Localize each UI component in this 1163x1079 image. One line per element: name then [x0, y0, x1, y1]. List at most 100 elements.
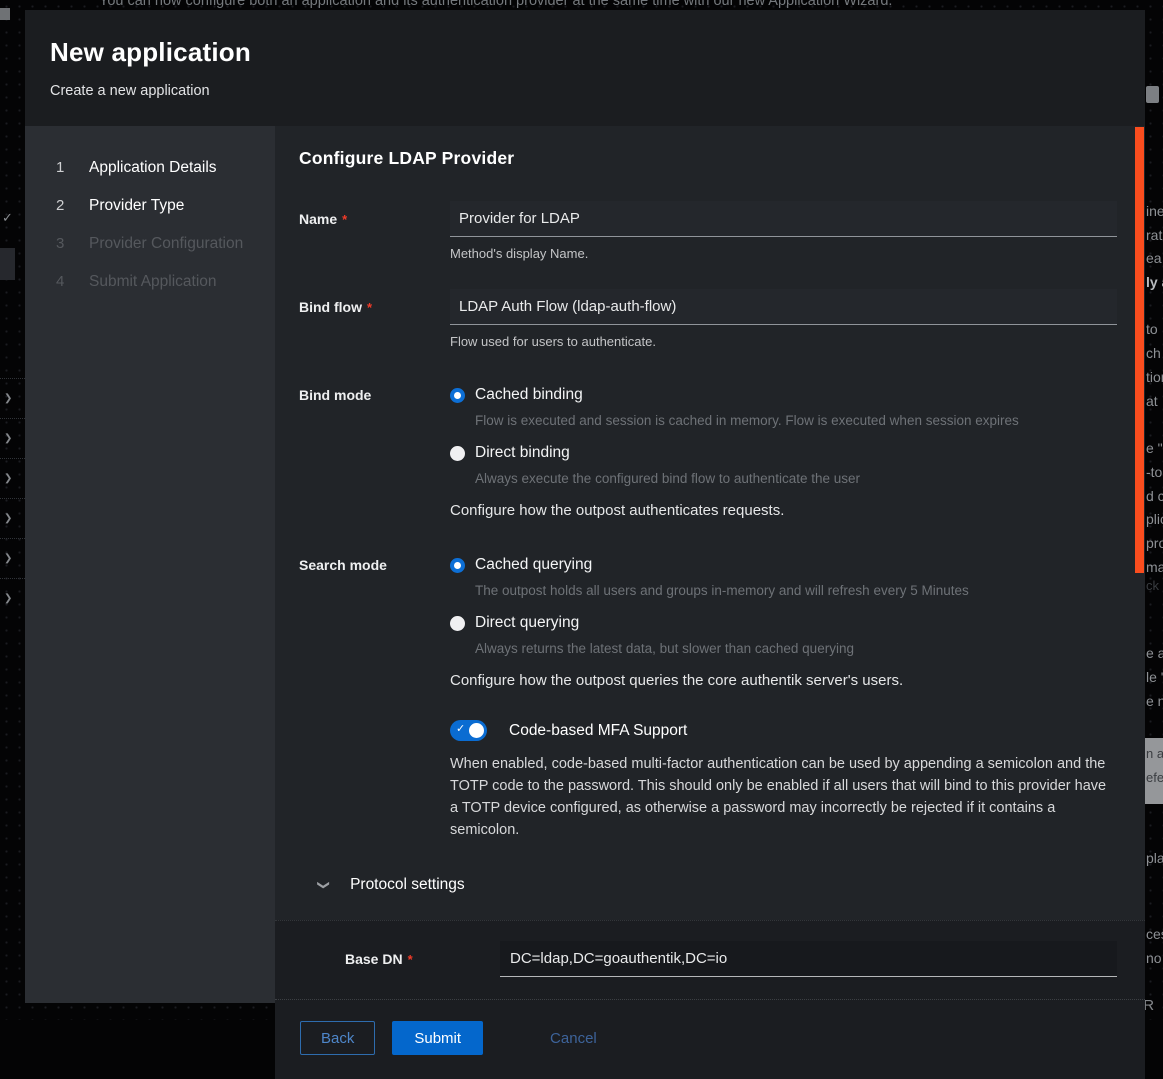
background-nav-chevrons: ❯ ❯ ❯ ❯ ❯ ❯: [0, 378, 25, 618]
mfa-help: When enabled, code-based multi-factor au…: [450, 753, 1112, 841]
provider-form: Configure LDAP Provider Name* Provider f…: [275, 126, 1145, 920]
background-text-fragment: efe: [1146, 770, 1163, 785]
base-dn-input[interactable]: DC=ldap,DC=goauthentik,DC=io: [500, 941, 1117, 977]
back-button[interactable]: Back: [300, 1021, 375, 1055]
mfa-row: ✓ Code-based MFA Support When enabled, c…: [299, 689, 1117, 841]
chevron-right-icon: ❯: [4, 473, 12, 484]
background-text-fragment: ine: [1146, 203, 1163, 219]
base-dn-label: Base DN*: [345, 941, 500, 977]
bind-mode-cached-option[interactable]: Cached binding: [450, 386, 1117, 404]
search-mode-direct-option[interactable]: Direct querying: [450, 614, 1117, 632]
background-text-fragment: to: [1146, 321, 1158, 337]
nav-row: ❯: [0, 578, 25, 618]
radio-selected-icon[interactable]: [450, 388, 465, 403]
background-text-fragment: ck: [1146, 578, 1159, 593]
chevron-right-icon: ❯: [4, 553, 12, 564]
background-left-sidebar: ✓ ❯ ❯ ❯ ❯ ❯ ❯: [0, 10, 25, 1020]
bind-mode-direct-help: Always execute the configured bind flow …: [475, 471, 1117, 486]
step-label: Application Details: [89, 159, 217, 177]
background-text-fragment: plic: [1146, 511, 1163, 527]
background-nav-highlight: [0, 248, 15, 280]
bind-flow-help: Flow used for users to authenticate.: [450, 334, 1117, 349]
protocol-settings-label[interactable]: Protocol settings: [350, 876, 465, 894]
step-number: 1: [56, 159, 68, 176]
background-text-fragment: le ': [1146, 669, 1163, 685]
modal-lower-zone: Base DN* DC=ldap,DC=goauthentik,DC=io Ba…: [275, 920, 1145, 1079]
step-label: Provider Type: [89, 197, 184, 215]
nav-row: ❯: [0, 498, 25, 538]
background-text-fragment: e a: [1146, 645, 1163, 661]
radio-selected-icon[interactable]: [450, 558, 465, 573]
background-text-fragment: at: [1146, 393, 1158, 409]
name-row: Name* Provider for LDAP Method's display…: [299, 201, 1117, 261]
search-mode-direct-help: Always returns the latest data, but slow…: [475, 641, 1117, 656]
protocol-settings-toggle[interactable]: ❯ Protocol settings: [319, 876, 1117, 894]
chevron-right-icon: ❯: [4, 433, 12, 444]
required-marker: *: [367, 300, 372, 315]
wizard-step-application-details[interactable]: 1 Application Details: [25, 149, 275, 187]
nav-row: ❯: [0, 458, 25, 498]
submit-button[interactable]: Submit: [392, 1021, 483, 1055]
search-mode-row: Search mode Cached querying The outpost …: [299, 556, 1117, 689]
background-text-fragment: ly a: [1146, 274, 1163, 290]
search-mode-group-help: Configure how the outpost queries the co…: [450, 672, 1117, 689]
modal-title: New application: [50, 37, 1120, 68]
background-text-fragment: -to: [1146, 464, 1162, 480]
background-text-fragment: rat: [1146, 227, 1162, 243]
base-dn-row: Base DN* DC=ldap,DC=goauthentik,DC=io: [275, 921, 1145, 984]
background-text-fragment: tion: [1146, 369, 1163, 385]
wizard-announcement-banner: You can now configure both an applicatio…: [99, 0, 892, 9]
background-text-fragment: ch: [1146, 345, 1161, 361]
search-mode-cached-help: The outpost holds all users and groups i…: [475, 583, 1117, 598]
chevron-right-icon: ❯: [4, 593, 12, 604]
radio-unselected-icon[interactable]: [450, 446, 465, 461]
cancel-button[interactable]: Cancel: [546, 1021, 601, 1055]
background-text-fragment: e n: [1146, 693, 1163, 709]
mfa-label[interactable]: Code-based MFA Support: [509, 722, 687, 740]
wizard-step-provider-configuration: 3 Provider Configuration: [25, 225, 275, 263]
wizard-step-provider-type[interactable]: 2 Provider Type: [25, 187, 275, 225]
nav-row: ❯: [0, 418, 25, 458]
background-corner-box: [0, 8, 10, 20]
wizard-step-content: Configure LDAP Provider Name* Provider f…: [275, 126, 1145, 1003]
check-icon: ✓: [2, 210, 13, 226]
background-right-sliver: ineratealy atochtionate "c-tod cplicprom…: [1145, 0, 1163, 1020]
name-input[interactable]: Provider for LDAP: [450, 201, 1117, 237]
background-window-icon: [1146, 86, 1159, 103]
check-icon: ✓: [456, 722, 465, 735]
bind-mode-row: Bind mode Cached binding Flow is execute…: [299, 386, 1117, 519]
bind-flow-select[interactable]: LDAP Auth Flow (ldap-auth-flow): [450, 289, 1117, 325]
wizard-step-submit-application: 4 Submit Application: [25, 263, 275, 301]
background-text-fragment: e "c: [1146, 440, 1163, 456]
mfa-toggle[interactable]: ✓: [450, 720, 487, 741]
step-number: 3: [56, 235, 68, 252]
bind-mode-label: Bind mode: [299, 386, 450, 519]
background-text-fragment: pro: [1146, 535, 1163, 551]
background-text-fragment: d c: [1146, 488, 1163, 504]
search-mode-label: Search mode: [299, 556, 450, 689]
background-text-fragment: ces: [1146, 926, 1163, 942]
nav-row: ❯: [0, 378, 25, 418]
bind-mode-cached-help: Flow is executed and session is cached i…: [475, 413, 1117, 428]
required-marker: *: [342, 212, 347, 227]
modal-footer: Back Submit Cancel: [275, 999, 1145, 1079]
search-mode-cached-option[interactable]: Cached querying: [450, 556, 1117, 574]
new-application-modal: New application Create a new application…: [25, 10, 1145, 1003]
bind-mode-direct-option[interactable]: Direct binding: [450, 444, 1117, 462]
name-help: Method's display Name.: [450, 246, 1117, 261]
step-label: Provider Configuration: [89, 235, 243, 253]
background-text-fragment: n a: [1146, 746, 1163, 761]
bind-flow-label: Bind flow*: [299, 289, 450, 349]
form-heading: Configure LDAP Provider: [299, 148, 1117, 169]
bind-mode-group-help: Configure how the outpost authenticates …: [450, 502, 1117, 519]
name-label: Name*: [299, 201, 450, 261]
chevron-right-icon: ❯: [4, 513, 12, 524]
background-text-fragment: no: [1146, 950, 1162, 966]
step-label: Submit Application: [89, 273, 217, 291]
nav-row: ❯: [0, 538, 25, 578]
bind-flow-row: Bind flow* LDAP Auth Flow (ldap-auth-flo…: [299, 289, 1117, 349]
background-orange-bar: [1135, 127, 1144, 573]
radio-unselected-icon[interactable]: [450, 616, 465, 631]
chevron-down-icon[interactable]: ❯: [317, 880, 331, 890]
modal-subtitle: Create a new application: [50, 83, 1120, 99]
